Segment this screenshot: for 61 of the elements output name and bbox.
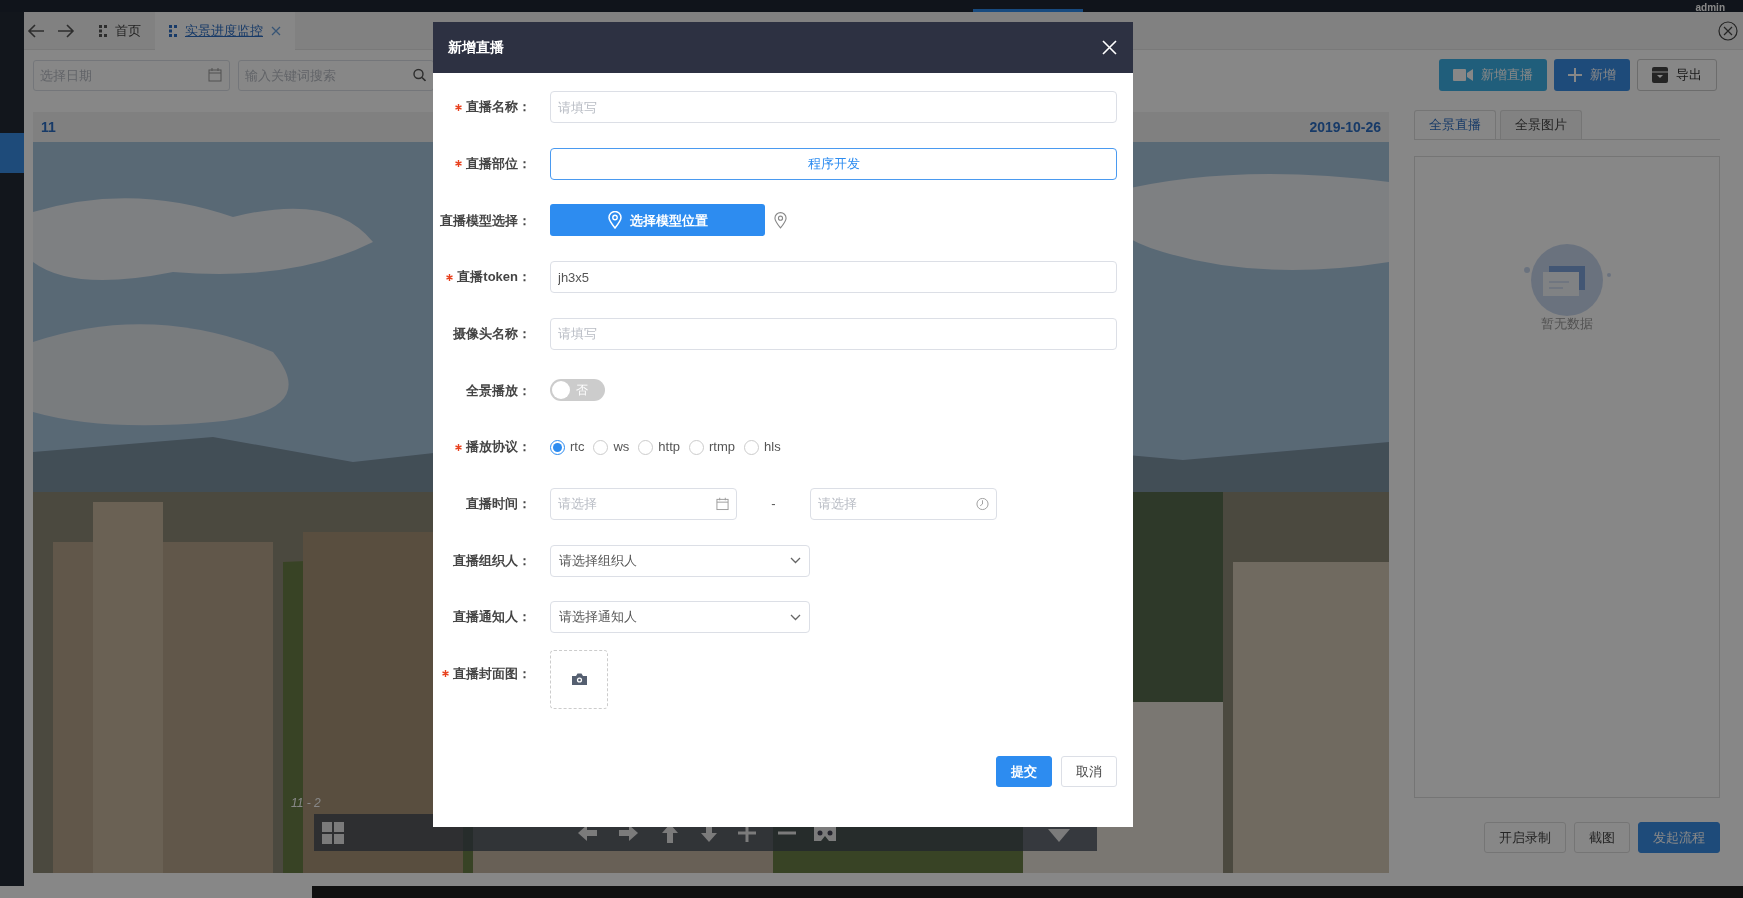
scene-label: 11 - 2 — [291, 795, 321, 812]
range-separator: - — [770, 495, 777, 514]
field-label: 直播token： — [457, 268, 531, 287]
close-circle-icon[interactable] — [1718, 20, 1738, 41]
panel-tab[interactable]: 全景直播 — [1414, 110, 1496, 139]
forward-arrow-icon[interactable] — [57, 22, 75, 39]
clock-icon — [976, 497, 989, 511]
text-field[interactable]: 请填写 — [550, 317, 1117, 350]
cancel-button[interactable]: 取消 — [1061, 756, 1117, 787]
radio-option[interactable]: rtc — [550, 437, 585, 457]
field-label: 直播模型选择： — [440, 211, 531, 230]
grid-icon[interactable] — [322, 821, 344, 844]
panel-button[interactable]: 发起流程 — [1638, 822, 1720, 853]
user-name[interactable]: admin — [1695, 2, 1725, 13]
submit-button[interactable]: 提交 — [996, 756, 1052, 787]
tab[interactable]: 首页 — [85, 11, 155, 50]
radio-option[interactable]: http — [638, 437, 681, 457]
field-label: 直播部位： — [466, 154, 531, 173]
field-label: 直播名称： — [466, 98, 531, 117]
video-camera-icon — [1453, 68, 1473, 82]
toolbar-button[interactable]: 新增 — [1554, 59, 1630, 91]
calendar-icon — [208, 68, 222, 82]
camera-icon — [571, 673, 587, 686]
date-field[interactable]: 请选择 — [550, 487, 737, 520]
grid-dots-icon — [169, 24, 177, 37]
location-pin-icon — [607, 211, 622, 230]
grid-dots-icon — [99, 24, 107, 37]
location-pin-icon[interactable] — [774, 211, 787, 229]
select-model-button[interactable]: 选择模型位置 — [550, 204, 765, 237]
upload-area[interactable] — [550, 649, 608, 709]
viewer-date: 2019-10-26 — [1309, 117, 1381, 137]
field-label: 直播封面图： — [453, 665, 531, 684]
radio-option[interactable]: ws — [593, 437, 630, 457]
field-label: 摄像头名称： — [453, 325, 531, 343]
back-arrow-icon[interactable] — [27, 22, 45, 39]
radio-option[interactable]: hls — [744, 437, 781, 457]
select-button[interactable]: 程序开发 — [550, 147, 1117, 180]
search-icon — [413, 68, 426, 82]
toolbar-button[interactable]: 导出 — [1637, 59, 1717, 91]
tab[interactable]: 实景进度监控 — [155, 11, 295, 50]
panel-tab[interactable]: 全景图片 — [1500, 110, 1582, 139]
dialog-title: 新增直播 — [448, 38, 504, 57]
field-label: 直播时间： — [466, 495, 531, 514]
field-label: 直播组织人： — [453, 551, 531, 570]
radio-option[interactable]: rtmp — [689, 437, 736, 457]
text-field[interactable]: jh3x5 — [550, 261, 1117, 294]
time-field[interactable]: 请选择 — [810, 487, 997, 520]
dropdown[interactable]: 请选择组织人 — [550, 544, 810, 577]
panel-button[interactable]: 截图 — [1574, 822, 1630, 853]
viewer-title: 11 — [41, 117, 56, 137]
field-label: 播放协议： — [466, 438, 531, 457]
text-field[interactable]: 请填写 — [550, 91, 1117, 123]
field-label: 直播通知人： — [453, 608, 531, 627]
field-label: 全景播放： — [466, 381, 531, 400]
panel-button[interactable]: 开启录制 — [1484, 822, 1566, 853]
archive-icon — [1652, 67, 1668, 83]
chevron-down-icon — [790, 557, 801, 564]
chevron-down-icon — [790, 613, 801, 621]
dropdown[interactable]: 请选择通知人 — [550, 601, 810, 634]
calendar-icon — [716, 497, 729, 511]
plus-icon — [1568, 68, 1582, 82]
